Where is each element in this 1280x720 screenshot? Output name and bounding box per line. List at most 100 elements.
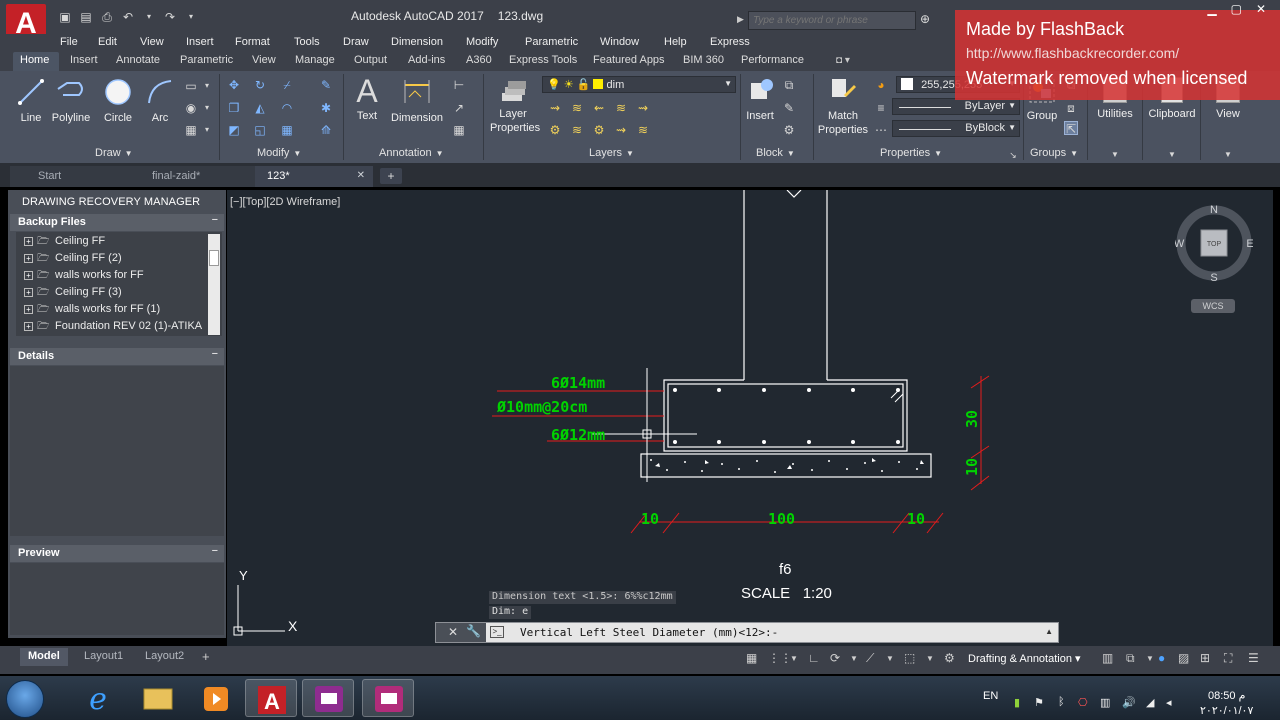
command-prompt-icon[interactable]: >_ — [490, 626, 504, 638]
tab-annotate[interactable]: Annotate — [116, 54, 160, 66]
drawing-canvas[interactable]: [−][Top][2D Wireframe] 6Ø14mm Ø10mm@20cm… — [227, 190, 1273, 646]
menu-parametric[interactable]: Parametric — [525, 36, 578, 48]
recorder-taskbar-icon[interactable] — [302, 679, 354, 717]
trim-icon[interactable]: ⌿ — [280, 78, 294, 92]
tab-performance[interactable]: Performance — [741, 54, 804, 66]
new-tab-icon[interactable]: + — [380, 168, 402, 184]
list-item[interactable]: + 🗁 walls works for FF (1) — [24, 302, 160, 319]
create-block-icon[interactable]: ⧉ — [782, 78, 796, 92]
bluetooth-icon[interactable]: ᛒ — [1058, 696, 1065, 708]
redo-icon[interactable]: ↷ — [161, 8, 179, 26]
rectangle-icon[interactable]: ▭ — [184, 79, 198, 93]
collapse-icon[interactable]: − — [212, 214, 218, 226]
move-icon[interactable]: ✥ — [227, 78, 241, 92]
dim-base-text[interactable]: 10 — [963, 458, 981, 476]
polar-icon[interactable]: ⟳ — [830, 651, 840, 665]
print-icon[interactable]: ⎙ — [98, 8, 116, 26]
layer-tool-8-icon[interactable]: ⚙ — [592, 123, 606, 137]
tab-model[interactable]: Model — [20, 648, 68, 666]
view-dropdown-icon[interactable]: ▼ — [1221, 148, 1235, 162]
rotate-icon[interactable]: ↻ — [253, 78, 267, 92]
menu-tools[interactable]: Tools — [294, 36, 320, 48]
tab-bim-360[interactable]: BIM 360 — [683, 54, 724, 66]
stirrup-label[interactable]: Ø10mm@20cm — [496, 398, 587, 416]
menu-modify[interactable]: Modify — [466, 36, 498, 48]
compass-e[interactable]: E — [1246, 238, 1253, 250]
current-layer-dropdown[interactable]: 💡 ☀ 🔓 dim ▼ — [542, 76, 736, 93]
expand-icon[interactable]: + — [24, 254, 33, 263]
layers-panel-label[interactable]: Layers ▼ — [589, 147, 634, 159]
details-header[interactable]: Details − — [10, 348, 224, 365]
autocad-taskbar-icon[interactable]: A — [245, 679, 297, 717]
expand-icon[interactable]: + — [24, 288, 33, 297]
linetype-dropdown[interactable]: ByLayer ▼ — [892, 98, 1020, 115]
isodraft-icon[interactable]: ⟋ — [866, 651, 874, 666]
list-item[interactable]: + 🗁 Foundation REV 02 (1)-ATIKA — [24, 319, 202, 336]
match-properties-button[interactable]: Match Properties — [816, 75, 870, 137]
layer-properties-button[interactable]: Layer Properties — [490, 77, 540, 135]
tab-view[interactable]: View — [252, 54, 276, 66]
group-edit-icon[interactable]: ⧈ — [1064, 101, 1078, 115]
list-scrollbar[interactable] — [208, 234, 220, 335]
file-tab-123[interactable]: 123* ✕ — [255, 166, 373, 187]
tab-express-tools[interactable]: Express Tools — [509, 54, 577, 66]
insert-block-button[interactable]: Insert — [744, 75, 776, 123]
snap-icon[interactable]: ⋮⋮ — [768, 651, 792, 665]
scale-icon[interactable]: ◱ — [253, 123, 267, 137]
tab-output[interactable]: Output — [354, 54, 387, 66]
dim-depth-text[interactable]: 30 — [963, 410, 981, 428]
tab-manage[interactable]: Manage — [295, 54, 335, 66]
rectangle-dropdown-icon[interactable]: ▾ — [200, 79, 214, 93]
linetype-icon[interactable]: ⋯ — [874, 123, 888, 137]
hatch-dropdown-icon[interactable]: ▾ — [200, 101, 214, 115]
add-layout-icon[interactable]: + — [202, 649, 210, 664]
internet-explorer-icon[interactable]: e — [72, 679, 124, 717]
menu-format[interactable]: Format — [235, 36, 270, 48]
save-icon[interactable]: ▣ — [56, 8, 74, 26]
chevron-up-icon[interactable]: ▲ — [1045, 627, 1053, 636]
help-search-input[interactable] — [748, 11, 916, 30]
gradient-icon[interactable]: ▦ — [184, 123, 198, 137]
undo-icon[interactable]: ↶ — [119, 8, 137, 26]
groups-panel-label[interactable]: Groups ▼ — [1030, 147, 1078, 159]
wcs-menu[interactable]: WCS — [1191, 299, 1235, 313]
expand-icon[interactable]: + — [24, 322, 33, 331]
clipboard-dropdown-icon[interactable]: ▼ — [1165, 148, 1179, 162]
tab-layout1[interactable]: Layout1 — [76, 648, 131, 666]
stretch-icon[interactable]: ◩ — [227, 123, 241, 137]
units-icon[interactable]: ⧉ — [1126, 651, 1135, 666]
list-item[interactable]: + 🗁 Ceiling FF — [24, 234, 105, 251]
draw-panel-label[interactable]: Draw ▼ — [95, 147, 133, 159]
battery-icon[interactable]: ▮ — [1014, 696, 1020, 709]
tab-home[interactable]: Home — [13, 52, 59, 71]
backup-files-header[interactable]: Backup Files − — [10, 214, 224, 231]
explode-icon[interactable]: ✱ — [319, 101, 333, 115]
snap-dropdown-icon[interactable]: ▼ — [790, 654, 798, 663]
layer-tool-5-icon[interactable]: ⇝ — [636, 101, 650, 115]
ortho-icon[interactable]: ∟ — [808, 651, 820, 665]
arc-button[interactable]: Arc — [144, 77, 176, 125]
dimension-button[interactable]: Dimension — [388, 77, 446, 125]
bottom-rebar-label[interactable]: 6Ø12mm — [551, 426, 605, 444]
list-item[interactable]: + 🗁 Ceiling FF (2) — [24, 251, 122, 268]
menu-insert[interactable]: Insert — [186, 36, 214, 48]
close-icon[interactable]: ✕ — [448, 625, 458, 639]
gradient-dropdown-icon[interactable]: ▾ — [200, 123, 214, 137]
workspace-switcher[interactable]: Drafting & Annotation ▾ — [968, 652, 1081, 665]
group-select-icon[interactable]: ⇱ — [1064, 121, 1078, 136]
units-dropdown-icon[interactable]: ▼ — [1146, 654, 1154, 663]
close-icon[interactable]: ✕ — [1256, 2, 1266, 16]
menu-draw[interactable]: Draw — [343, 36, 369, 48]
start-button-icon[interactable] — [6, 680, 44, 718]
menu-express[interactable]: Express — [710, 36, 750, 48]
annotation-monitor-icon[interactable]: ▥ — [1102, 651, 1113, 665]
object-snap-dropdown-icon[interactable]: ▼ — [926, 654, 934, 663]
hardware-acceleration-icon[interactable]: ▨ — [1178, 651, 1189, 665]
text-button[interactable]: A Text — [350, 75, 384, 123]
layer-tool-10-icon[interactable]: ≋ — [636, 123, 650, 137]
hatch-icon[interactable]: ◉ — [184, 101, 198, 115]
action-center-flag-icon[interactable]: ⚑ — [1034, 696, 1044, 709]
menu-help[interactable]: Help — [664, 36, 687, 48]
media-player-icon[interactable] — [190, 679, 242, 717]
lineweight-icon[interactable]: ≡ — [874, 101, 888, 115]
